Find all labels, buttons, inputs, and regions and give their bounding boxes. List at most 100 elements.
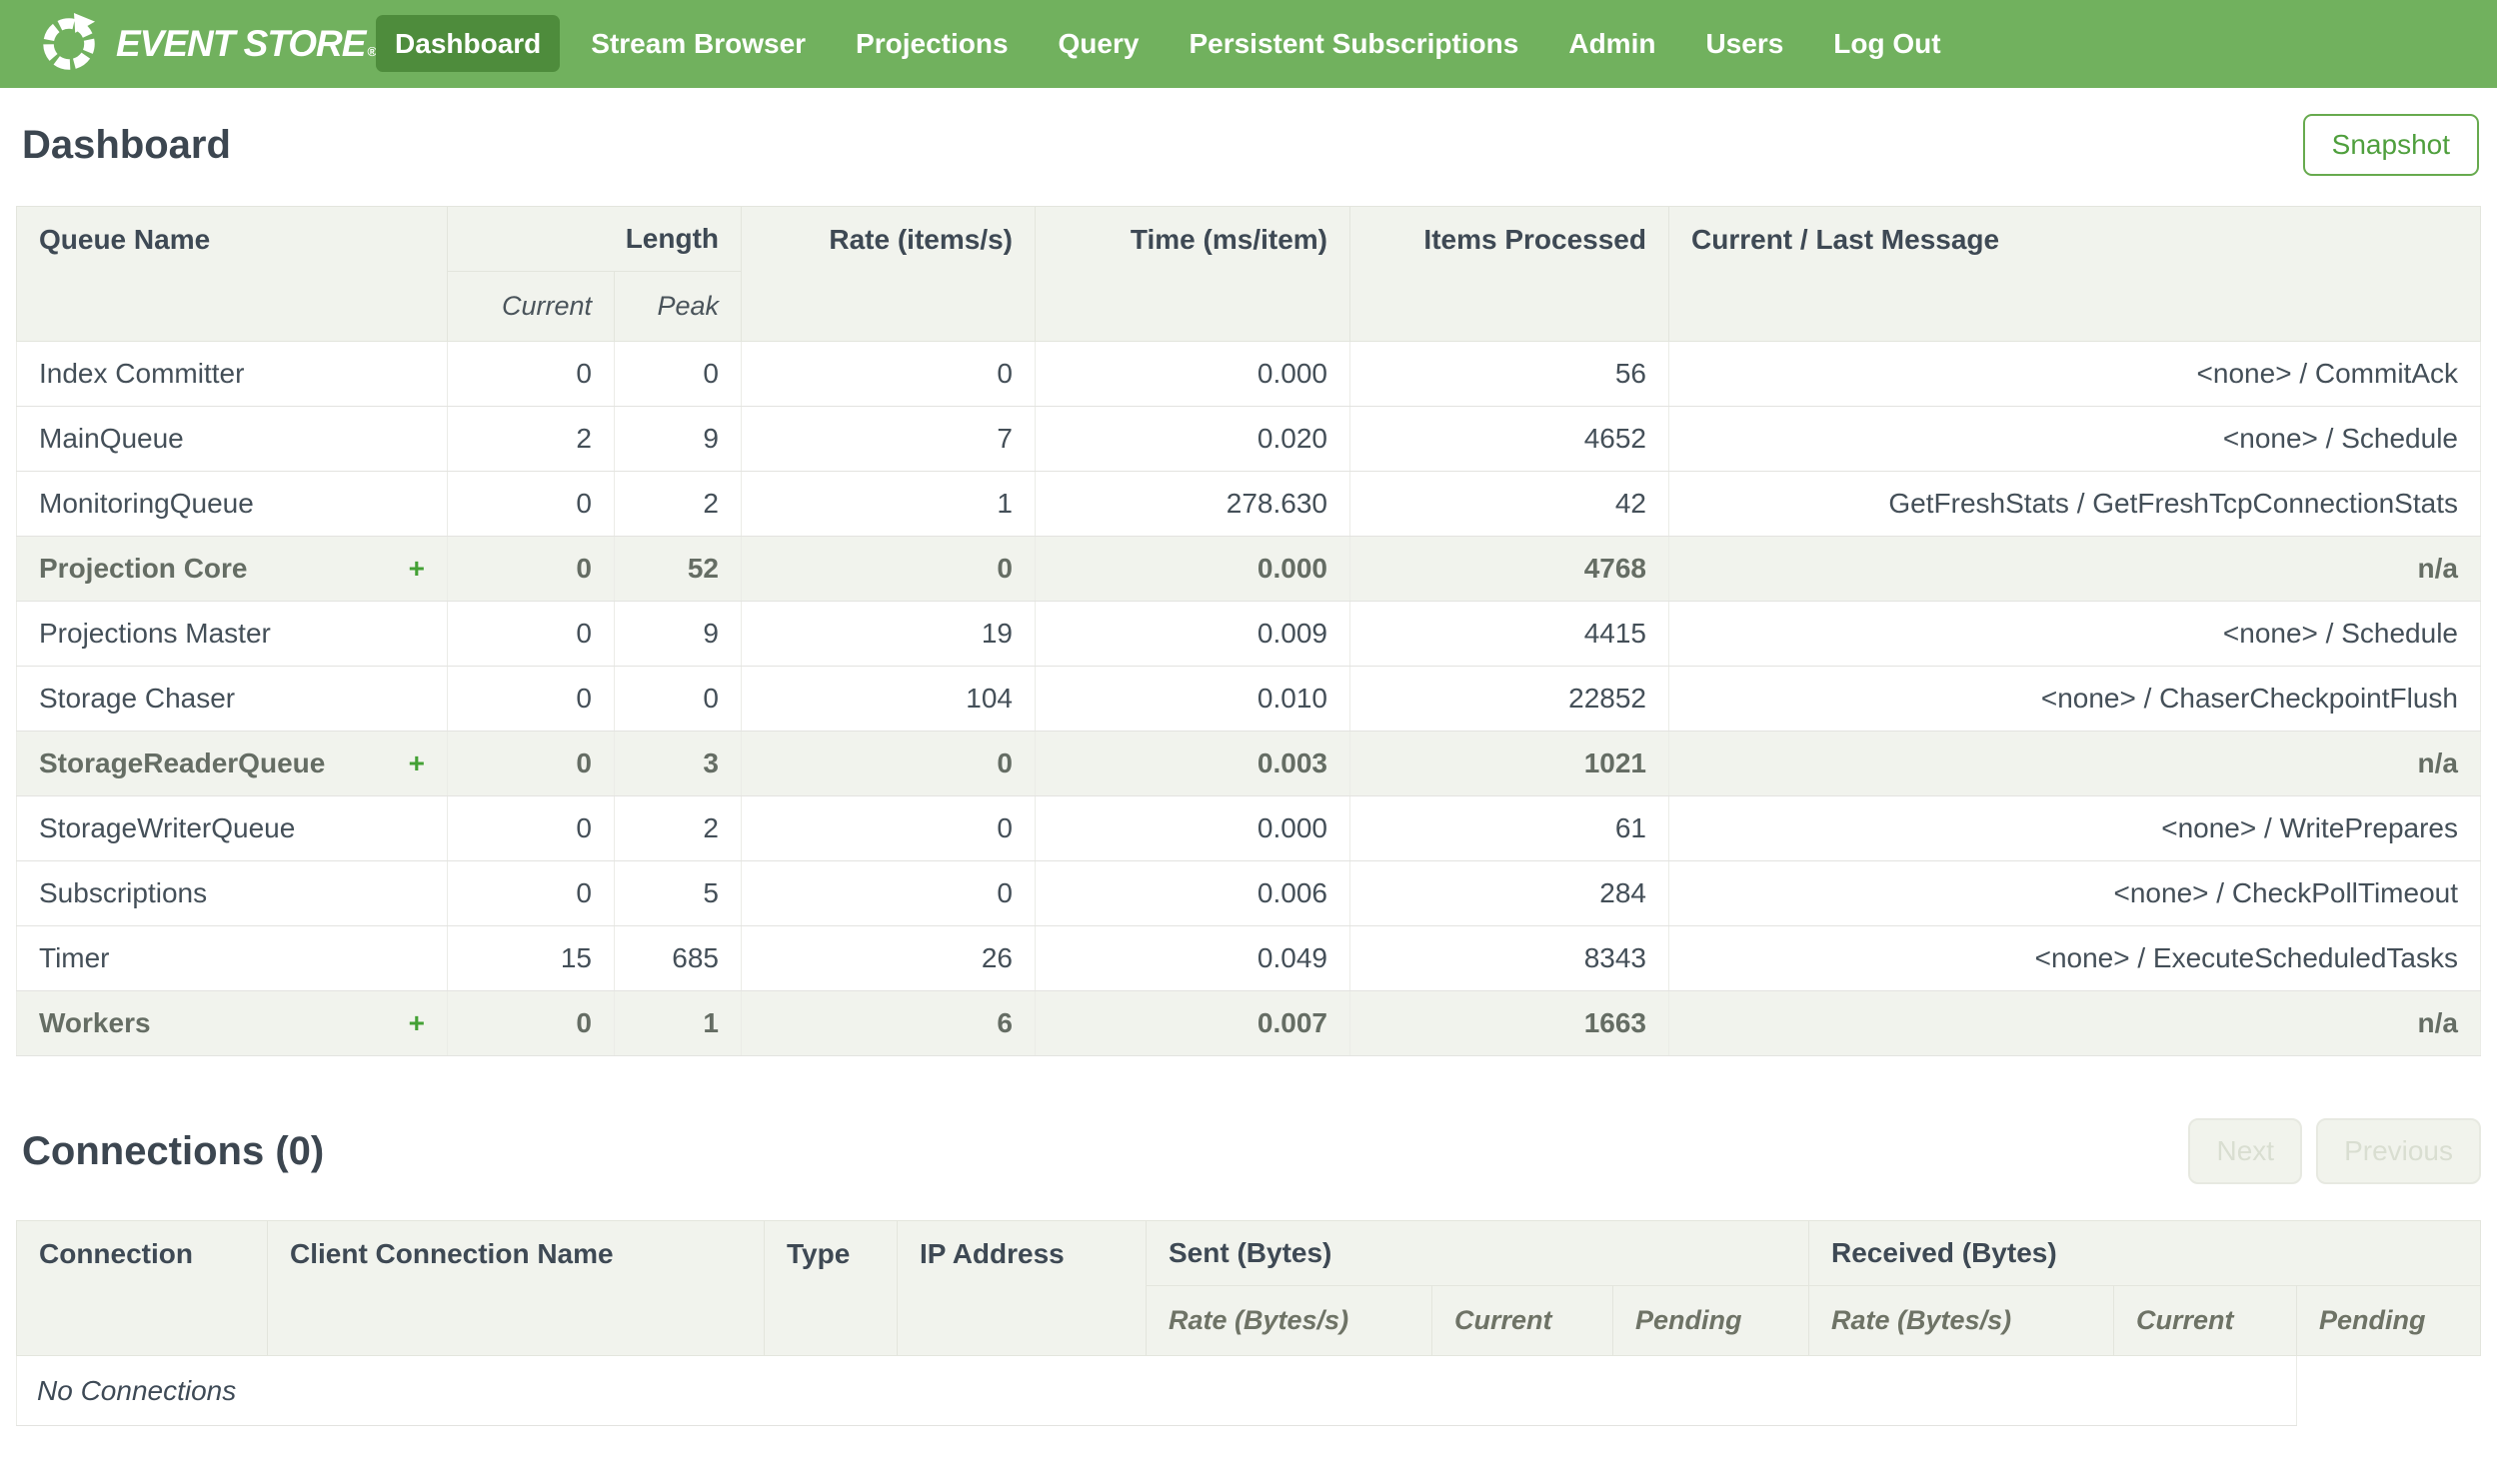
queue-rate: 0: [741, 860, 1036, 926]
col-header-sent-pending: Pending: [1611, 1285, 1810, 1356]
nav-menu: Dashboard Stream Browser Projections Que…: [376, 15, 1960, 72]
queue-message: <none> / Schedule: [1668, 601, 2481, 667]
col-header-client-connection-name: Client Connection Name: [267, 1220, 765, 1356]
queue-message: n/a: [1668, 536, 2481, 602]
queue-items-processed: 56: [1349, 341, 1669, 407]
queue-current: 0: [447, 666, 615, 732]
queue-row: StorageWriterQueue 0 2 0 0.000 61 <none> / Wri…: [16, 795, 2481, 861]
col-header-rate: Rate (items/s): [741, 206, 1036, 342]
queue-table: Queue Name Length Rate (items/s) Time (m…: [16, 206, 2481, 1056]
queue-items-processed: 61: [1349, 795, 1669, 861]
snapshot-button[interactable]: Snapshot: [2302, 114, 2479, 176]
queue-rate: 0: [741, 536, 1036, 602]
col-header-sent-rate: Rate (Bytes/s): [1146, 1285, 1432, 1356]
nav-item-log-out[interactable]: Log Out: [1814, 15, 1959, 72]
queue-row: Subscriptions 0 5 0 0.006 284 <none> / CheckPo…: [16, 860, 2481, 926]
queue-message: n/a: [1668, 731, 2481, 796]
col-header-length-peak: Peak: [614, 271, 742, 342]
queue-current: 2: [447, 406, 615, 472]
queue-items-processed: 4652: [1349, 406, 1669, 472]
queue-row: Storage Chaser 0 0 104 0.010 22852 <none> / Ch…: [16, 666, 2481, 732]
no-connections-message: No Connections: [15, 1355, 2298, 1426]
col-header-length-current: Current: [447, 271, 615, 342]
col-header-sent-current: Current: [1431, 1285, 1613, 1356]
queue-name: StorageWriterQueue: [39, 812, 296, 843]
col-header-received-bytes: Received (Bytes): [1808, 1220, 2481, 1286]
next-button[interactable]: Next: [2188, 1118, 2303, 1184]
queue-peak: 0: [614, 666, 742, 732]
queue-time: 0.007: [1035, 990, 1350, 1056]
queue-row: Index Committer 0 0 0 0.000 56 <none> / Commit…: [16, 341, 2481, 407]
queue-name: StorageReaderQueue: [39, 747, 326, 778]
queue-row: MonitoringQueue 0 2 1 278.630 42 GetFreshStats…: [16, 471, 2481, 537]
queue-message: <none> / WritePrepares: [1668, 795, 2481, 861]
no-connections-row: No Connections: [15, 1355, 2481, 1426]
nav-item-query[interactable]: Query: [1040, 15, 1159, 72]
queue-time: 0.049: [1035, 925, 1350, 991]
queue-row: Timer 15 685 26 0.049 8343 <none> / ExecuteSch…: [16, 925, 2481, 991]
brand: EVENT STORE ®: [38, 13, 377, 75]
queue-peak: 2: [614, 795, 742, 861]
queue-message: <none> / Schedule: [1668, 406, 2481, 472]
queue-items-processed: 284: [1349, 860, 1669, 926]
queue-time: 0.006: [1035, 860, 1350, 926]
brand-trademark: ®: [367, 44, 377, 59]
nav-item-admin[interactable]: Admin: [1549, 15, 1674, 72]
col-header-queue-name: Queue Name: [16, 206, 448, 342]
queue-name: Subscriptions: [39, 877, 208, 908]
col-header-ip-address: IP Address: [897, 1220, 1147, 1356]
expand-plus-icon[interactable]: +: [409, 555, 425, 583]
queue-message: <none> / CheckPollTimeout: [1668, 860, 2481, 926]
queue-rate: 0: [741, 795, 1036, 861]
empty-cell: [2296, 1355, 2481, 1426]
col-header-message: Current / Last Message: [1668, 206, 2481, 342]
nav-item-dashboard[interactable]: Dashboard: [376, 15, 561, 72]
queue-name: Projections Master: [39, 618, 271, 649]
col-header-type: Type: [764, 1220, 898, 1356]
queue-peak: 685: [614, 925, 742, 991]
queue-items-processed: 22852: [1349, 666, 1669, 732]
queue-current: 0: [447, 536, 615, 602]
queue-items-processed: 8343: [1349, 925, 1669, 991]
queue-current: 0: [447, 795, 615, 861]
queue-rate: 104: [741, 666, 1036, 732]
nav-item-projections[interactable]: Projections: [837, 15, 1027, 72]
queue-items-processed: 1021: [1349, 731, 1669, 796]
queue-current: 0: [447, 860, 615, 926]
queue-current: 0: [447, 471, 615, 537]
queue-rate: 7: [741, 406, 1036, 472]
queue-time: 278.630: [1035, 471, 1350, 537]
col-header-received-rate: Rate (Bytes/s): [1808, 1285, 2115, 1356]
expand-plus-icon[interactable]: +: [409, 1009, 425, 1037]
nav-item-persistent-subscriptions[interactable]: Persistent Subscriptions: [1170, 15, 1537, 72]
previous-button[interactable]: Previous: [2316, 1118, 2481, 1184]
queue-name: Workers: [39, 1007, 151, 1038]
queue-peak: 5: [614, 860, 742, 926]
queue-time: 0.003: [1035, 731, 1350, 796]
queue-name: MonitoringQueue: [39, 488, 254, 519]
queue-current: 0: [447, 990, 615, 1056]
queue-message: <none> / CommitAck: [1668, 341, 2481, 407]
expand-plus-icon[interactable]: +: [409, 749, 425, 777]
queue-row: Workers +0 1 6 0.007 1663 n/a: [16, 990, 2481, 1056]
queue-time: 0.000: [1035, 795, 1350, 861]
queue-peak: 9: [614, 406, 742, 472]
queue-message: n/a: [1668, 990, 2481, 1056]
queue-peak: 9: [614, 601, 742, 667]
queue-current: 15: [447, 925, 615, 991]
queue-rate: 1: [741, 471, 1036, 537]
queue-name: Storage Chaser: [39, 683, 236, 714]
main-content: Dashboard Snapshot Queue Name Length Rat…: [0, 88, 2497, 1426]
queue-name: Timer: [39, 942, 110, 973]
top-navbar: EVENT STORE ® Dashboard Stream Browser Pr…: [0, 0, 2497, 88]
nav-item-users[interactable]: Users: [1686, 15, 1802, 72]
queue-peak: 52: [614, 536, 742, 602]
col-header-connection: Connection: [16, 1220, 268, 1356]
queue-items-processed: 1663: [1349, 990, 1669, 1056]
col-header-received-current: Current: [2113, 1285, 2298, 1356]
connections-title: Connections (0): [22, 1128, 325, 1173]
nav-item-stream-browser[interactable]: Stream Browser: [572, 15, 825, 72]
event-store-logo-icon: [38, 13, 100, 75]
queue-row: StorageReaderQueue +0 3 0 0.003 1021 n/a: [16, 731, 2481, 796]
queue-peak: 3: [614, 731, 742, 796]
